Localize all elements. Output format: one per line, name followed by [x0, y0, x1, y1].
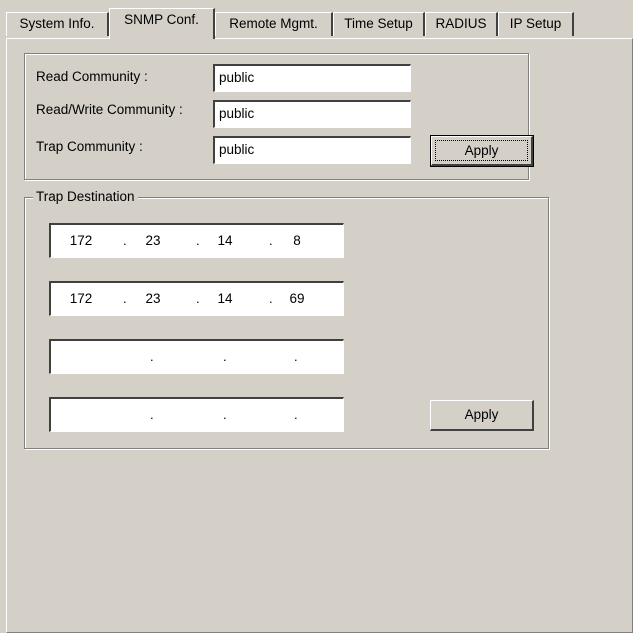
- trap-destination-group: Trap Destination 172 . 23 . 14 . 8 172 .…: [24, 189, 549, 449]
- tab-strip: System Info. SNMP Conf. Remote Mgmt. Tim…: [6, 8, 633, 39]
- apply-label: Apply: [464, 407, 499, 422]
- ip-separator: .: [150, 407, 154, 422]
- ip-separator: .: [123, 233, 127, 248]
- ip-octet: 172: [69, 233, 93, 248]
- tab-remote-mgmt[interactable]: Remote Mgmt.: [215, 12, 333, 36]
- trap-destination-ip-4[interactable]: . . .: [49, 397, 344, 432]
- ip-separator: .: [150, 349, 154, 364]
- readwrite-community-field[interactable]: public: [213, 100, 411, 128]
- ip-separator: .: [294, 349, 298, 364]
- tab-label: Remote Mgmt.: [229, 16, 318, 31]
- tab-label: Time Setup: [344, 16, 413, 31]
- ip-separator: .: [123, 291, 127, 306]
- tab-label: IP Setup: [509, 16, 562, 31]
- tab-label: RADIUS: [435, 16, 487, 31]
- trap-community-field[interactable]: public: [213, 136, 411, 164]
- trap-destination-apply-button[interactable]: Apply: [430, 400, 534, 431]
- tab-radius[interactable]: RADIUS: [425, 12, 498, 36]
- ip-separator: .: [269, 233, 273, 248]
- trap-destination-ip-1[interactable]: 172 . 23 . 14 . 8: [49, 223, 344, 258]
- tab-snmp-conf[interactable]: SNMP Conf.: [109, 8, 215, 39]
- ip-separator: .: [196, 233, 200, 248]
- ip-octet: 23: [145, 291, 161, 306]
- tab-label: SNMP Conf.: [124, 12, 199, 27]
- community-apply-button[interactable]: Apply: [430, 135, 534, 167]
- trap-destination-legend: Trap Destination: [33, 189, 138, 205]
- ip-octet: 69: [289, 291, 305, 306]
- tab-time-setup[interactable]: Time Setup: [333, 12, 425, 36]
- ip-octet: 23: [145, 233, 161, 248]
- tab-system-info[interactable]: System Info.: [6, 12, 109, 36]
- ip-separator: .: [196, 291, 200, 306]
- community-group: Read Community : public Read/Write Commu…: [24, 53, 534, 180]
- ip-separator: .: [269, 291, 273, 306]
- focus-ring: [435, 140, 528, 161]
- tab-label: System Info.: [19, 16, 95, 31]
- trap-destination-ip-2[interactable]: 172 . 23 . 14 . 69: [49, 281, 344, 316]
- ip-octet: 172: [69, 291, 93, 306]
- ip-octet: 14: [217, 291, 233, 306]
- ip-octet: 14: [217, 233, 233, 248]
- ip-separator: .: [223, 407, 227, 422]
- ip-separator: .: [223, 349, 227, 364]
- ip-separator: .: [294, 407, 298, 422]
- read-community-label: Read Community :: [36, 69, 148, 84]
- read-community-field[interactable]: public: [213, 64, 411, 92]
- trap-community-label: Trap Community :: [36, 139, 143, 154]
- readwrite-community-label: Read/Write Community :: [36, 102, 183, 117]
- ip-octet: 8: [293, 233, 301, 248]
- trap-destination-ip-3[interactable]: . . .: [49, 339, 344, 374]
- tab-panel: Read Community : public Read/Write Commu…: [6, 38, 633, 633]
- tab-ip-setup[interactable]: IP Setup: [498, 12, 574, 36]
